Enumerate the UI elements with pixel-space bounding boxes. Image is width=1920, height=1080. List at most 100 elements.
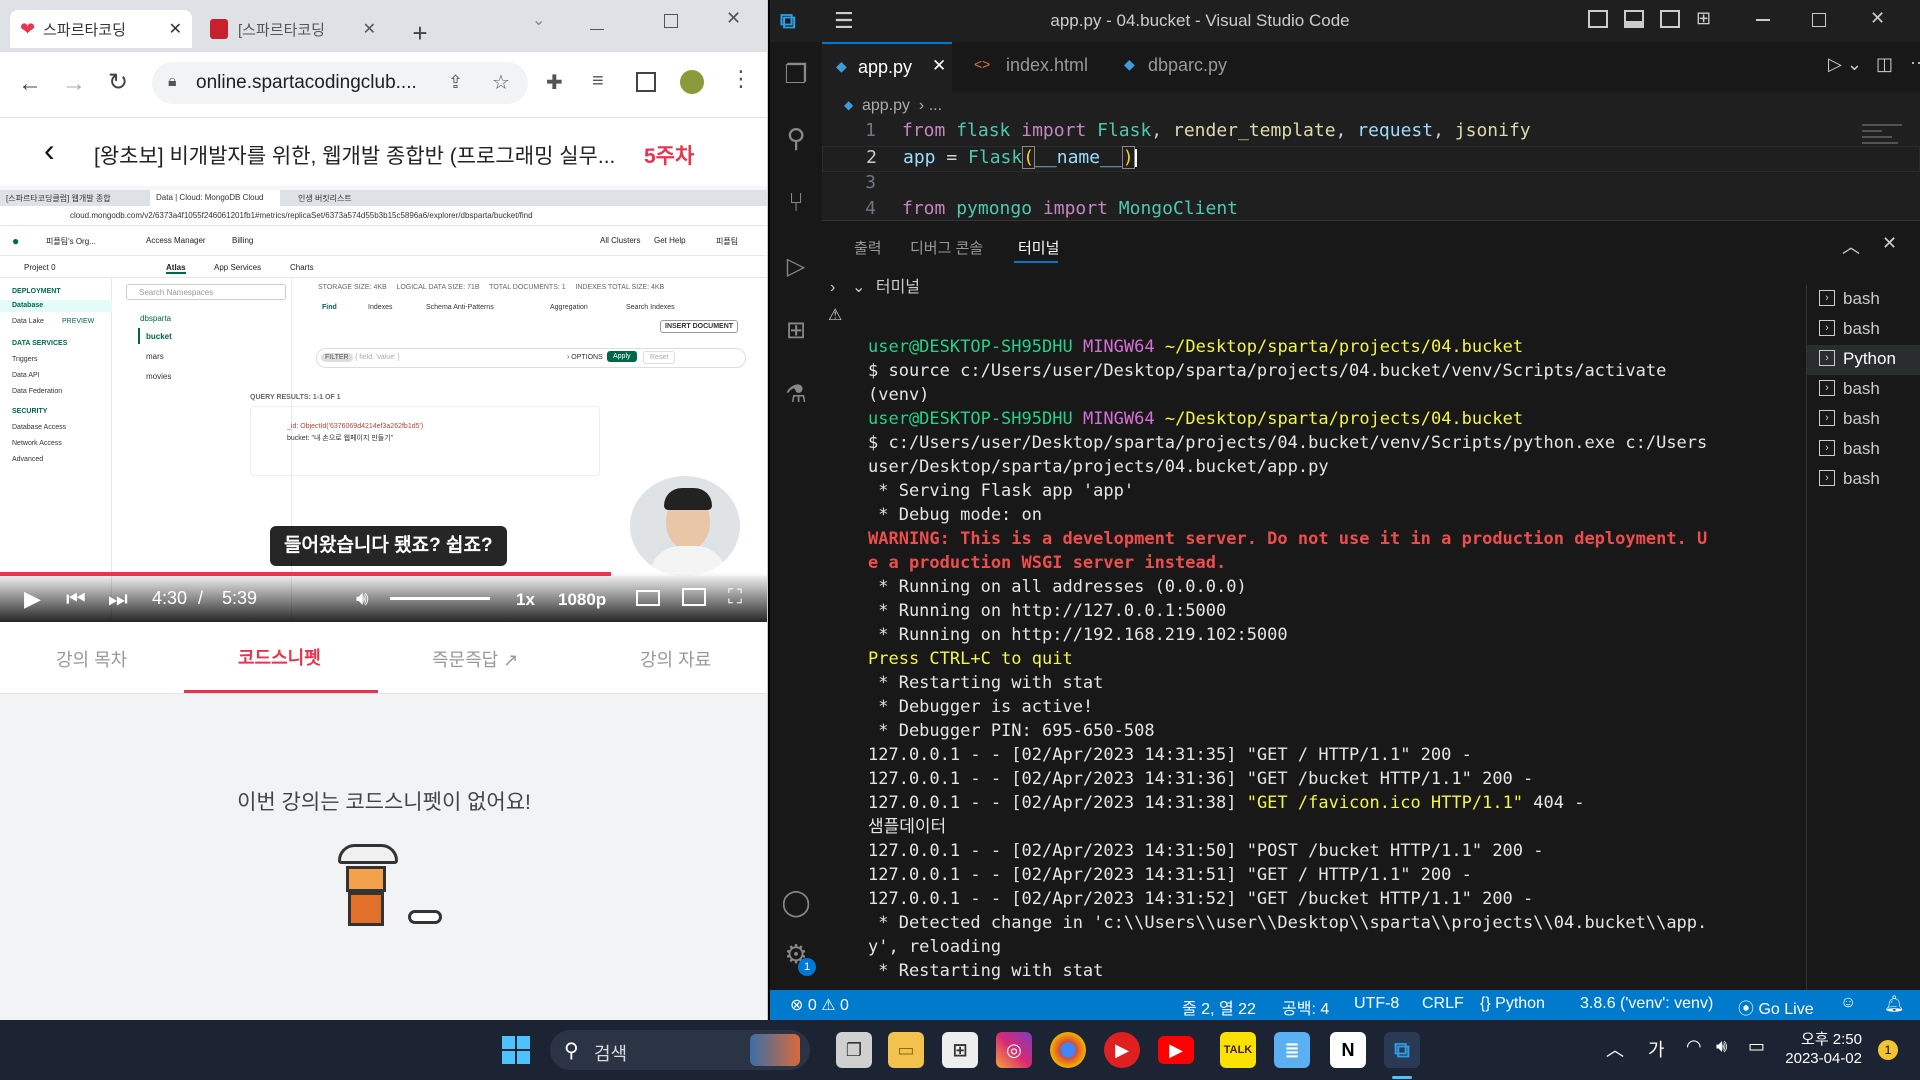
terminal-list-item-active[interactable]: › Python (1807, 345, 1920, 375)
tab-qna[interactable]: 즉문즉답 ↗ (432, 646, 518, 672)
instagram-icon[interactable]: ◎ (996, 1032, 1032, 1068)
search-icon[interactable]: ⚲ (778, 120, 814, 156)
indentation[interactable]: 공백: 4 (1282, 995, 1329, 1019)
split-editor-icon[interactable]: ◫ (1876, 54, 1893, 75)
accounts-icon[interactable]: ◯ (778, 884, 814, 920)
minimap[interactable] (1862, 120, 1918, 200)
back-chevron-icon[interactable]: ‹ (44, 132, 55, 169)
chevron-right-icon[interactable]: › (830, 279, 835, 297)
microsoft-store-icon[interactable]: ⊞ (942, 1032, 978, 1068)
media-queue-icon[interactable]: ≡ (592, 70, 604, 93)
problems-indicator[interactable]: ⊗ 0 ⚠ 0 (790, 995, 849, 1015)
code-editor[interactable]: 1 from flask import Flask, render_templa… (822, 120, 1920, 220)
tab-lecture-index[interactable]: 강의 목차 (56, 646, 127, 672)
terminal-output[interactable]: user@DESKTOP-SH95DHU MINGW64 ~/Desktop/s… (868, 335, 1708, 991)
minimize-icon[interactable] (1756, 19, 1770, 21)
source-control-icon[interactable]: ⑂ (778, 184, 814, 220)
terminal-list-item[interactable]: › bash (1807, 375, 1920, 405)
progress-track[interactable] (0, 572, 767, 576)
panel-tab-debug-console[interactable]: 디버그 콘솔 (910, 237, 983, 258)
python-interpreter[interactable]: 3.8.6 ('venv': venv) (1580, 995, 1713, 1013)
reload-icon[interactable]: ↻ (108, 68, 128, 97)
browser-tab-1[interactable]: ❤ 스파르타코딩 ✕ (10, 10, 192, 48)
browser-tab-2[interactable]: [스파르타코딩 ✕ (200, 10, 386, 48)
youtube-icon[interactable]: ▶ (1158, 1036, 1194, 1064)
explorer-icon[interactable]: ❐ (778, 56, 814, 92)
run-debug-icon[interactable]: ▷ (778, 248, 814, 284)
editor-tab-dbparc-py[interactable]: ◆ dbparc.py (1112, 42, 1262, 92)
share-icon[interactable]: ⇪ (448, 72, 463, 93)
toggle-sidebar-icon[interactable] (1588, 10, 1608, 28)
side-panel-icon[interactable] (636, 72, 656, 92)
terminal-list-item[interactable]: › bash (1807, 405, 1920, 435)
back-arrow-icon[interactable]: ← (18, 70, 42, 98)
forward-arrow-icon[interactable]: → (62, 70, 86, 98)
profile-avatar[interactable] (680, 70, 704, 94)
toggle-panel-icon[interactable] (1624, 10, 1644, 28)
notepad-icon[interactable]: ≣ (1274, 1032, 1310, 1068)
terminal-list-item[interactable]: › bash (1807, 285, 1920, 315)
notion-icon[interactable]: N (1330, 1032, 1366, 1068)
extensions-icon[interactable]: ⊞ (778, 312, 814, 348)
close-icon[interactable]: ✕ (363, 19, 376, 39)
file-explorer-icon[interactable]: ▭ (888, 1032, 924, 1068)
panel-tab-terminal[interactable]: 터미널 (1018, 237, 1059, 258)
minimize-icon[interactable] (590, 10, 604, 30)
clock-time[interactable]: 오후 2:50 (1782, 1028, 1862, 1049)
notification-badge[interactable]: 1 (1878, 1040, 1898, 1060)
customize-layout-icon[interactable]: ⊞ (1696, 8, 1711, 29)
line-endings[interactable]: CRLF (1422, 995, 1464, 1013)
chevron-up-icon[interactable]: ︿ (1606, 1036, 1624, 1062)
notifications-bell-icon[interactable]: 🔔︎ (1884, 994, 1904, 1014)
youtube-music-icon[interactable]: ▶ (1104, 1032, 1140, 1068)
go-live-button[interactable]: ⦿ Go Live (1738, 995, 1814, 1019)
terminal-list-item[interactable]: › bash (1807, 435, 1920, 465)
previous-icon[interactable]: ⏮ (66, 586, 86, 612)
close-icon[interactable]: ✕ (169, 19, 182, 39)
maximize-icon[interactable] (664, 14, 678, 28)
wifi-icon[interactable]: ◠ (1686, 1036, 1702, 1057)
chevron-down-icon[interactable]: ⌄ (852, 279, 865, 296)
editor-tab-app-py[interactable]: ◆ app.py ✕ (822, 42, 952, 92)
captions-icon[interactable] (636, 590, 660, 606)
language-mode[interactable]: {} Python (1480, 995, 1545, 1013)
kakaotalk-icon[interactable]: TALK (1220, 1032, 1256, 1068)
close-panel-icon[interactable]: ✕ (1882, 233, 1897, 254)
run-python-icon[interactable]: ▷ ⌄ (1828, 54, 1862, 75)
quality-label[interactable]: 1080p (558, 590, 606, 610)
clock-date[interactable]: 2023-04-02 (1762, 1050, 1862, 1067)
panel-tab-output[interactable]: 출력 (854, 237, 882, 258)
video-player[interactable]: [스파르타코딩클럽] 웹개발 종합 Data | Cloud: MongoDB … (0, 186, 767, 622)
volume-icon[interactable]: 🔊︎ (1716, 1036, 1727, 1057)
vscode-taskbar-icon[interactable]: ⧉ (1384, 1032, 1420, 1068)
tab-code-snippet[interactable]: 코드스니펫 (238, 644, 321, 670)
close-window-icon[interactable]: ✕ (1870, 8, 1885, 29)
speed-label[interactable]: 1x (516, 590, 535, 610)
maximize-icon[interactable] (1812, 13, 1826, 27)
editor-tab-index-html[interactable]: <> index.html (962, 42, 1112, 92)
next-icon[interactable]: ⏭ (108, 586, 128, 612)
address-bar[interactable]: 🔒︎ online.spartacodingclub.... ⇪ ☆ (152, 62, 528, 104)
close-window-icon[interactable]: ✕ (726, 8, 741, 29)
close-icon[interactable]: ✕ (932, 56, 946, 76)
feedback-icon[interactable]: ☺ (1840, 994, 1856, 1012)
play-icon[interactable]: ▶ (24, 586, 41, 612)
tab-lecture-materials[interactable]: 강의 자료 (640, 646, 711, 672)
windows-start-icon[interactable] (502, 1036, 530, 1064)
toggle-secondary-sidebar-icon[interactable] (1660, 10, 1680, 28)
more-actions-icon[interactable]: ··· (1910, 52, 1920, 73)
maximize-panel-icon[interactable]: ︿ (1842, 233, 1860, 259)
bookmark-star-icon[interactable]: ☆ (492, 70, 510, 95)
volume-icon[interactable]: 🔊︎ (356, 588, 369, 611)
task-view-icon[interactable]: ❐ (836, 1032, 872, 1068)
ime-indicator[interactable]: 가 (1648, 1036, 1665, 1062)
volume-slider[interactable] (390, 597, 490, 600)
testing-flask-icon[interactable]: ⚗ (778, 376, 814, 412)
chevron-down-icon[interactable]: ⌄ (532, 10, 545, 30)
fullscreen-icon[interactable]: ⛶ (728, 586, 742, 609)
taskbar-search[interactable]: ⚲ 검색 (550, 1030, 810, 1070)
encoding[interactable]: UTF-8 (1354, 995, 1399, 1013)
cursor-position[interactable]: 줄 2, 열 22 (1182, 995, 1256, 1019)
extensions-icon[interactable]: ✚ (546, 70, 563, 95)
new-tab-plus-icon[interactable]: + (405, 18, 435, 48)
